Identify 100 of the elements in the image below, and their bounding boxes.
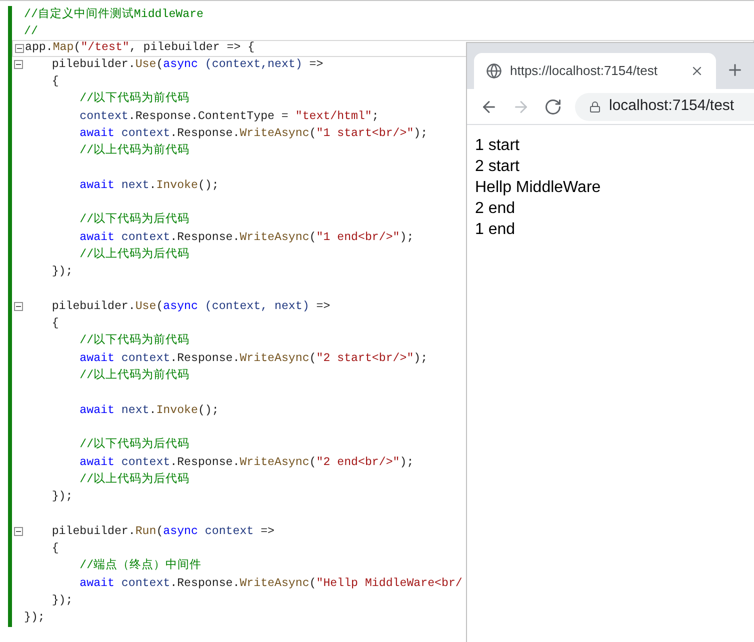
- collapse-icon[interactable]: [14, 44, 24, 53]
- code-text: (: [309, 576, 316, 590]
- code-text: .: [149, 178, 156, 192]
- collapse-icon[interactable]: [14, 302, 22, 312]
- code-text: .Response.: [170, 456, 240, 469]
- code-text: );: [414, 352, 428, 365]
- code-method: WriteAsync: [240, 352, 310, 365]
- lock-icon: [589, 100, 601, 112]
- code-keyword: await: [78, 230, 114, 244]
- code-text: (: [74, 41, 81, 54]
- code-keyword: async: [163, 300, 198, 313]
- page-text-line: 2 end: [475, 199, 516, 219]
- code-comment: //以上代码为后代码: [78, 472, 190, 486]
- code-method: WriteAsync: [240, 576, 310, 590]
- code-text: (: [309, 352, 316, 365]
- code-text: =>: [315, 300, 330, 313]
- code-string: "1 end<br/>": [316, 230, 400, 244]
- code-keyword: async: [163, 524, 198, 538]
- code-comment: //以上代码为前代码: [78, 369, 190, 382]
- code-text: (: [309, 456, 316, 469]
- collapse-icon[interactable]: [14, 527, 22, 536]
- code-text: );: [414, 126, 428, 140]
- code-identifier: context: [120, 126, 170, 140]
- code-text: .: [149, 404, 156, 417]
- browser-tab[interactable]: https://localhost:7154/test: [474, 53, 716, 89]
- code-text: =>: [260, 524, 275, 538]
- collapse-icon[interactable]: [14, 60, 22, 70]
- code-text: .Response.: [170, 576, 240, 590]
- page-text-line: Hellp MiddleWare: [475, 178, 601, 198]
- code-method: WriteAsync: [240, 126, 310, 140]
- code-text: (: [156, 300, 164, 313]
- code-string: "text/html": [295, 110, 372, 123]
- code-identifier: context: [120, 352, 170, 365]
- code-identifier: context: [120, 230, 170, 244]
- code-keyword: await: [78, 456, 114, 469]
- code-text: pilebuilder.: [50, 524, 136, 538]
- code-method: Use: [135, 58, 156, 71]
- code-comment: //: [24, 25, 38, 38]
- code-identifier: context: [120, 456, 170, 469]
- code-text: .Response.: [170, 230, 240, 244]
- code-string: "1 start<br/>": [316, 126, 414, 140]
- code-text: });: [50, 594, 73, 607]
- tab-title: https://localhost:7154/test: [510, 62, 658, 80]
- code-text: ();: [198, 178, 219, 192]
- code-text: );: [400, 456, 414, 469]
- code-method: Map: [52, 41, 74, 54]
- code-comment: //以下代码为后代码: [78, 213, 190, 226]
- code-identifier: next: [120, 178, 150, 192]
- code-text: pilebuilder.: [50, 300, 136, 313]
- code-comment: //以下代码为前代码: [78, 334, 190, 348]
- code-identifier: context: [78, 110, 128, 123]
- code-method: Invoke: [156, 404, 198, 417]
- code-text: {: [50, 542, 59, 556]
- code-string: "2 end<br/>": [316, 456, 400, 469]
- code-text: (: [309, 126, 316, 140]
- code-comment: //端点（终点）中间件: [78, 559, 202, 572]
- code-text: (: [156, 58, 164, 71]
- code-text: =>: [308, 58, 324, 71]
- code-text: , pilebuilder => {: [129, 41, 255, 54]
- code-keyword: await: [78, 576, 114, 590]
- code-identifier: (context,next): [204, 58, 302, 71]
- code-method: Invoke: [156, 178, 198, 192]
- page-text-line: 1 start: [475, 136, 520, 156]
- code-keyword: await: [78, 404, 114, 417]
- code-text: {: [50, 317, 59, 330]
- code-text: {: [50, 75, 59, 88]
- code-text: .Response.ContentType =: [128, 110, 290, 123]
- code-text: ();: [198, 404, 219, 417]
- code-method: Use: [135, 300, 156, 313]
- code-comment: //以下代码为后代码: [78, 438, 190, 452]
- code-identifier: context: [120, 576, 170, 590]
- code-text: app.: [25, 41, 53, 54]
- code-keyword: await: [78, 178, 114, 192]
- code-method: WriteAsync: [240, 230, 310, 244]
- code-identifier: context: [204, 524, 254, 538]
- code-string: "/test": [80, 41, 130, 54]
- code-text: (: [156, 524, 164, 538]
- code-text: .Response.: [170, 126, 240, 140]
- code-text: });: [50, 265, 73, 278]
- reload-button[interactable]: [543, 96, 563, 116]
- code-identifier: (context, next): [204, 300, 310, 313]
- code-keyword: await: [78, 126, 114, 140]
- code-string: "Hellp MiddleWare<br/: [316, 576, 462, 590]
- code-text: (: [309, 230, 316, 244]
- code-comment: //自定义中间件测试MiddleWare: [24, 8, 204, 21]
- address-text: localhost:7154/test: [609, 96, 734, 116]
- page-text-line: 1 end: [475, 220, 516, 240]
- address-bar[interactable]: localhost:7154/test: [575, 92, 754, 120]
- code-method: WriteAsync: [240, 456, 310, 469]
- code-text: pilebuilder.: [50, 58, 136, 71]
- code-comment: //以下代码为前代码: [78, 92, 190, 106]
- close-icon[interactable]: [690, 64, 704, 78]
- code-text: );: [400, 230, 414, 244]
- new-tab-icon[interactable]: [726, 61, 744, 79]
- code-identifier: next: [120, 404, 150, 417]
- page-text-line: 2 start: [475, 157, 520, 177]
- code-text: });: [24, 611, 45, 624]
- code-string: "2 start<br/>": [316, 352, 414, 365]
- code-text: .Response.: [170, 352, 240, 365]
- code-text: ;: [372, 110, 379, 123]
